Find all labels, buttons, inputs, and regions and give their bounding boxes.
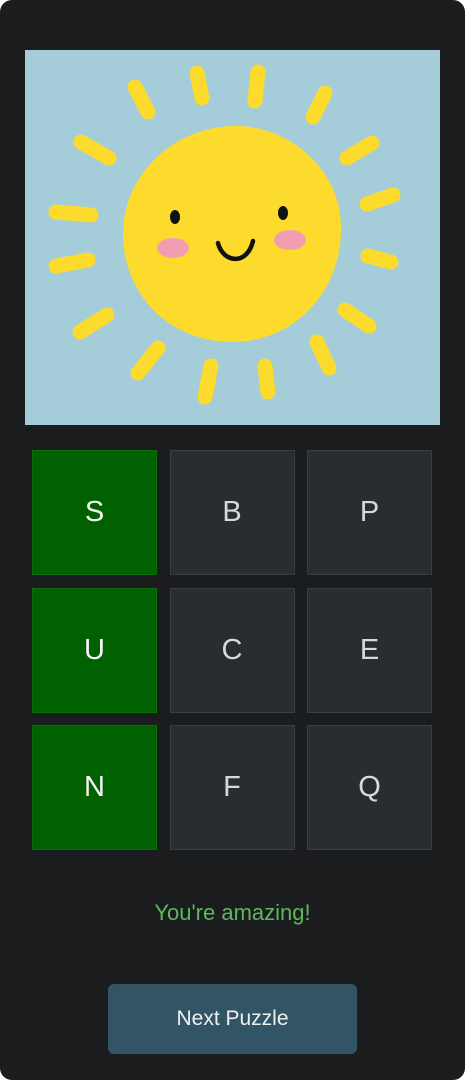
letter-tile-u[interactable]: U bbox=[32, 587, 157, 713]
letter-tile-n[interactable]: N bbox=[32, 725, 157, 850]
feedback-message: You're amazing! bbox=[154, 900, 311, 925]
letter-grid: SBP UCE NFQ bbox=[32, 450, 432, 850]
smiling-sun-icon bbox=[48, 64, 401, 405]
puzzle-card: SBP UCE NFQ You're amazing! Next Puzzle bbox=[0, 0, 465, 1080]
next-puzzle-button[interactable]: Next Puzzle bbox=[108, 984, 357, 1054]
letter-tile-e[interactable]: E bbox=[307, 587, 432, 713]
letter-tile-c[interactable]: C bbox=[169, 587, 295, 713]
puzzle-image bbox=[25, 50, 440, 425]
letter-tile-q[interactable]: Q bbox=[307, 725, 432, 850]
letter-tile-p[interactable]: P bbox=[307, 450, 432, 575]
letter-tile-s[interactable]: S bbox=[32, 450, 157, 575]
letter-tile-f[interactable]: F bbox=[169, 725, 295, 850]
letter-tile-b[interactable]: B bbox=[169, 450, 295, 575]
